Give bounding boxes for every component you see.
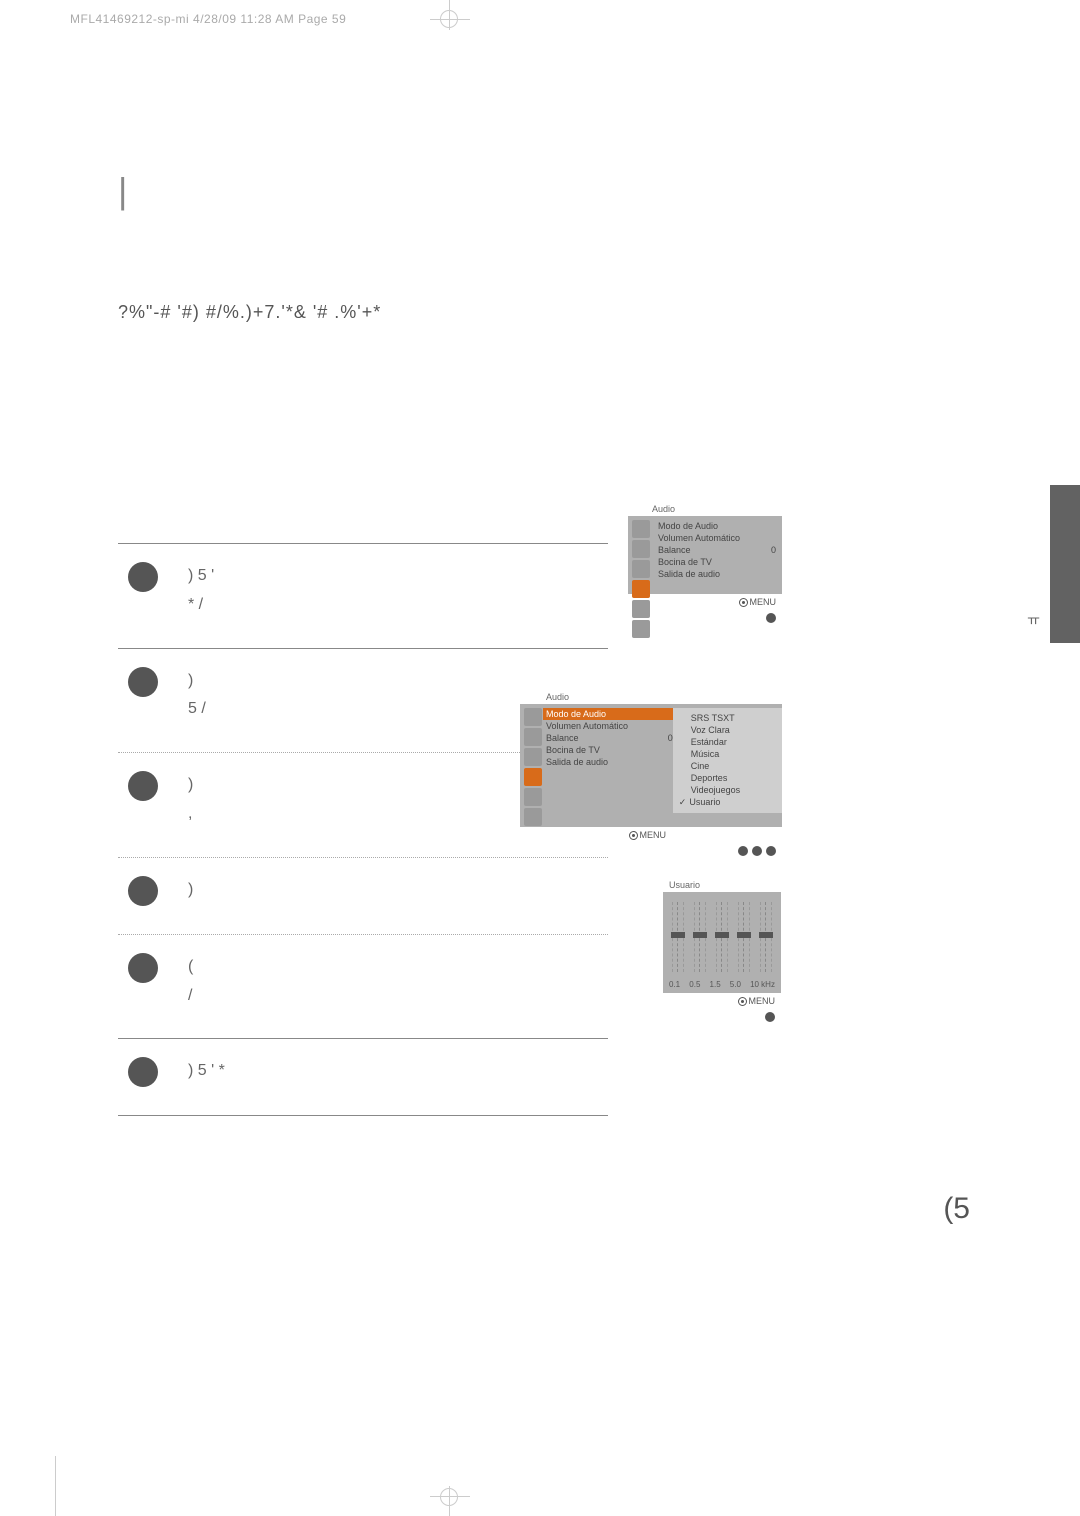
eq-freq-label: 0.5 bbox=[689, 980, 700, 989]
osd-item: Volumen Automático bbox=[546, 721, 628, 731]
osd-option: Deportes bbox=[679, 772, 776, 784]
crop-mark-left bbox=[55, 1456, 56, 1516]
menu-label: MENU bbox=[749, 996, 776, 1006]
eq-slider bbox=[759, 902, 773, 972]
osd-preview-audio-1: Audio Modo de Audio Volumen Automático B… bbox=[628, 502, 782, 623]
enter-icon bbox=[738, 997, 747, 1006]
osd-footer: MENU bbox=[520, 827, 672, 840]
osd-item: Balance bbox=[546, 733, 579, 743]
osd-item: Balance bbox=[658, 545, 691, 555]
osd-item: Salida de audio bbox=[546, 757, 608, 767]
enter-icon bbox=[739, 598, 748, 607]
eq-freq-label: 5.0 bbox=[730, 980, 741, 989]
step-badge bbox=[128, 562, 158, 592]
osd-title: Audio bbox=[520, 690, 782, 704]
eq-freq-label: 1.5 bbox=[710, 980, 721, 989]
osd-footer: MENU bbox=[628, 594, 782, 607]
audio-icon bbox=[632, 580, 650, 598]
decorative-dot bbox=[766, 613, 776, 623]
chapter-mark: | bbox=[118, 170, 958, 212]
crop-mark-top bbox=[430, 0, 470, 30]
osd-category-icons bbox=[524, 708, 542, 826]
osd-option: Videojuegos bbox=[679, 784, 776, 796]
osd-item: Modo de Audio bbox=[658, 521, 718, 531]
eq-slider bbox=[671, 902, 685, 972]
print-header: MFL41469212-sp-mi 4/28/09 11:28 AM Page … bbox=[70, 12, 346, 26]
osd-option: Estándar bbox=[679, 736, 776, 748]
osd-option: Cine bbox=[679, 760, 776, 772]
osd-option: Voz Clara bbox=[679, 724, 776, 736]
decorative-dots bbox=[520, 840, 782, 856]
osd-option-checked: Usuario bbox=[679, 796, 776, 809]
osd-item: Bocina de TV bbox=[658, 557, 712, 567]
osd-footer: MENU bbox=[663, 993, 781, 1006]
osd-submenu: SRS TSXT Voz Clara Estándar Música Cine … bbox=[673, 708, 782, 813]
menu-label: MENU bbox=[640, 830, 667, 840]
step-text: ) bbox=[188, 876, 193, 905]
step-text: ) 5 / bbox=[188, 667, 206, 725]
step-text: ( / bbox=[188, 953, 193, 1011]
eq-slider bbox=[737, 902, 751, 972]
eq-title: Usuario bbox=[663, 878, 781, 892]
step-6: ) 5 ' * bbox=[118, 1039, 608, 1115]
step-text: ) 5 ' * bbox=[188, 1057, 225, 1086]
crop-mark-bottom bbox=[430, 1486, 470, 1516]
page-number: (5 bbox=[943, 1192, 970, 1226]
eq-slider bbox=[693, 902, 707, 972]
osd-preview-equalizer: Usuario 0.1 0.5 1.5 5.0 10 kHz MENU bbox=[663, 878, 781, 1022]
step-text: ) , bbox=[188, 771, 193, 829]
eq-freq-label: 0.1 bbox=[669, 980, 680, 989]
osd-option: Música bbox=[679, 748, 776, 760]
eq-freq-label: 10 kHz bbox=[750, 980, 775, 989]
step-1: ) 5 ' * / bbox=[118, 544, 608, 648]
enter-icon bbox=[629, 831, 638, 840]
step-text: ) 5 ' * / bbox=[188, 562, 214, 620]
osd-value: 0 bbox=[771, 545, 776, 555]
osd-preview-audio-2: Audio Modo de Audio Volumen Automático B… bbox=[520, 690, 782, 856]
audio-icon bbox=[524, 768, 542, 786]
osd-option: SRS TSXT bbox=[679, 712, 776, 724]
osd-category-icons bbox=[632, 520, 650, 638]
osd-item: Salida de audio bbox=[658, 569, 720, 579]
osd-item: Bocina de TV bbox=[546, 745, 600, 755]
osd-item: Volumen Automático bbox=[658, 533, 740, 543]
osd-item-selected: Modo de Audio bbox=[546, 709, 606, 719]
step-5: ( / bbox=[118, 935, 608, 1039]
side-character: ㅠ bbox=[1027, 610, 1040, 630]
osd-value: 0 bbox=[668, 733, 673, 743]
eq-slider bbox=[715, 902, 729, 972]
decorative-dot bbox=[765, 1012, 775, 1022]
osd-title: Audio bbox=[628, 502, 782, 516]
osd-list: Modo de Audio Volumen Automático Balance… bbox=[658, 520, 776, 580]
step-4: ) bbox=[118, 858, 608, 934]
thumb-tab bbox=[1050, 485, 1080, 643]
menu-label: MENU bbox=[750, 597, 777, 607]
section-title: ?%"-# '#) #/%.)+7.'*& '# .%'+* bbox=[118, 302, 958, 323]
